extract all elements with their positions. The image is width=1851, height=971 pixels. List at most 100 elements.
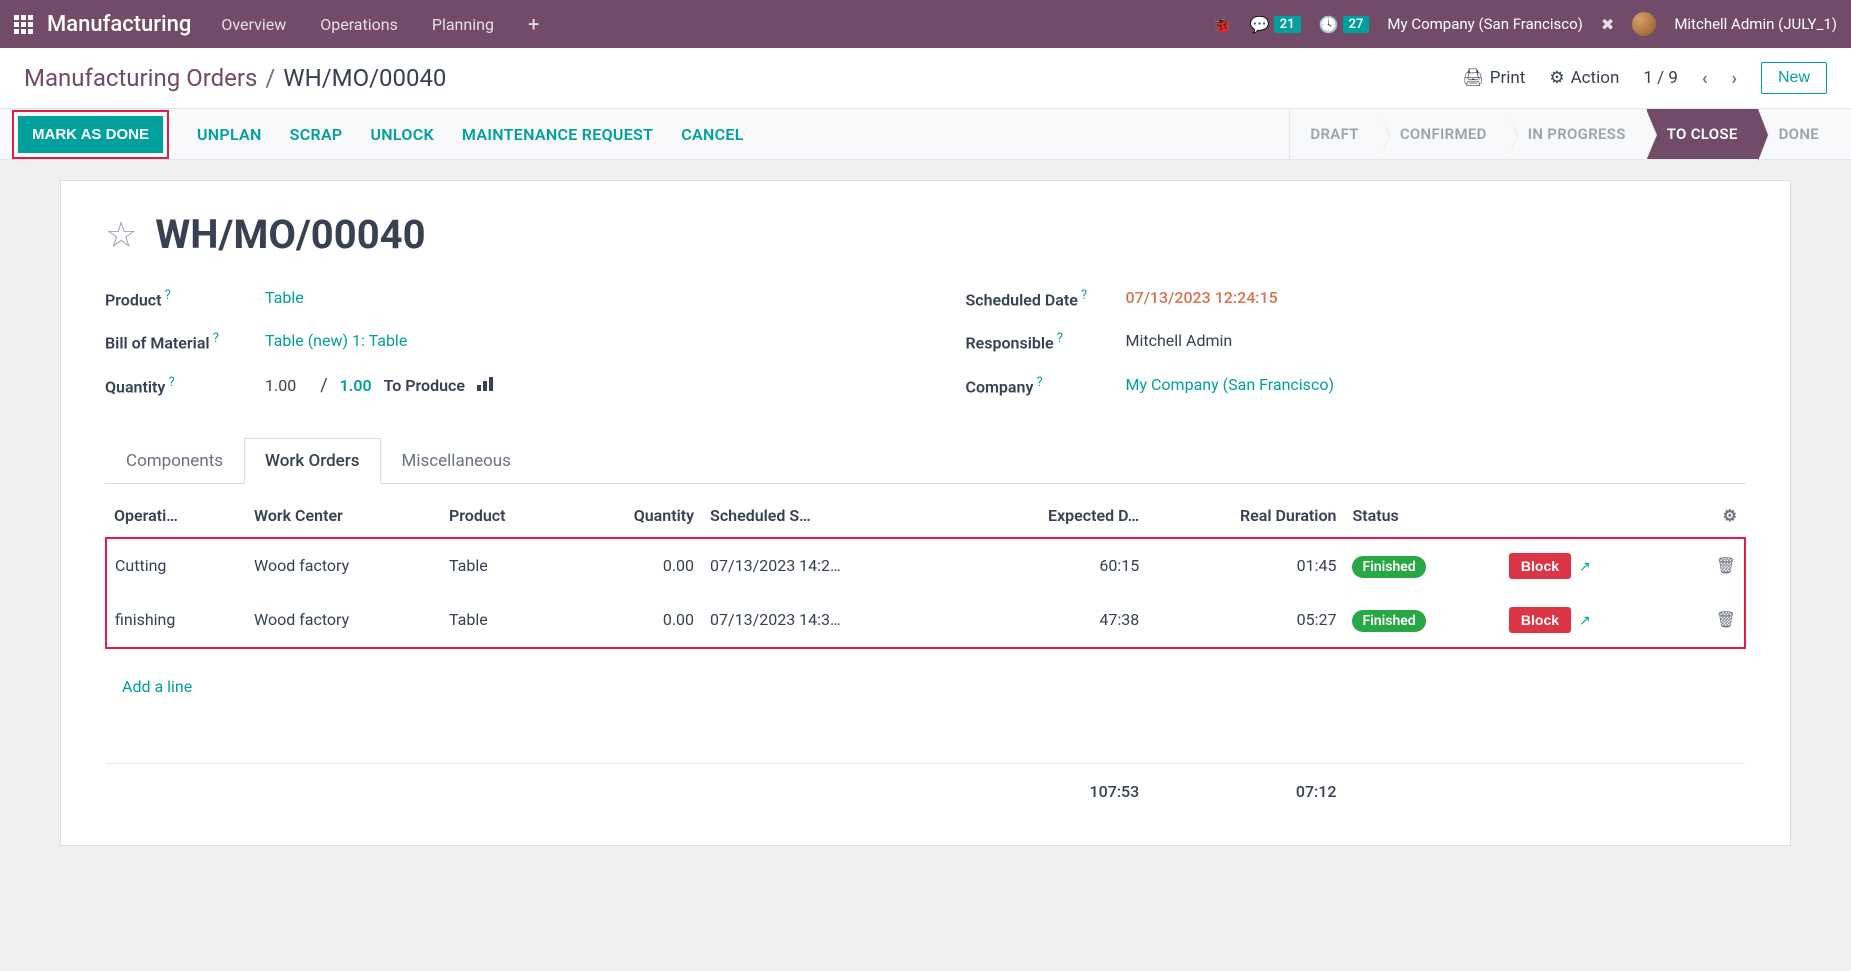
tab-components[interactable]: Components (105, 438, 244, 483)
user-menu[interactable]: Mitchell Admin (JULY_1) (1674, 15, 1837, 33)
status-to-close[interactable]: TO CLOSE (1646, 109, 1758, 159)
cell-qty: 0.00 (568, 593, 702, 648)
th-quantity[interactable]: Quantity (568, 494, 702, 538)
highlight-mark-done: MARK AS DONE (12, 110, 169, 159)
th-work-center[interactable]: Work Center (246, 494, 441, 538)
activities-button[interactable]: 🕓 27 (1319, 15, 1370, 34)
work-orders-table: Operati… Work Center Product Quantity Sc… (105, 494, 1746, 816)
nav-add-icon[interactable]: + (528, 12, 539, 36)
activities-badge: 27 (1343, 16, 1370, 33)
unlock-button[interactable]: UNLOCK (371, 125, 434, 144)
cancel-button[interactable]: CANCEL (681, 125, 743, 144)
breadcrumb-current: WH/MO/00040 (283, 64, 446, 92)
cell-scheduled: 07/13/2023 14:3… (702, 593, 959, 648)
breadcrumb-parent[interactable]: Manufacturing Orders (24, 64, 257, 92)
cell-expected: 60:15 (959, 538, 1147, 593)
star-icon[interactable]: ☆ (105, 214, 137, 256)
th-status[interactable]: Status (1344, 494, 1679, 538)
form-sheet: ☆ WH/MO/00040 Product? Table Bill of Mat… (60, 180, 1791, 846)
add-line-button[interactable]: Add a line (114, 663, 1737, 710)
label-product: Product? (105, 288, 265, 309)
cell-qty: 0.00 (568, 538, 702, 593)
company-selector[interactable]: My Company (San Francisco) (1387, 15, 1582, 33)
tabs: Components Work Orders Miscellaneous (105, 438, 1746, 484)
tab-misc[interactable]: Miscellaneous (381, 438, 532, 483)
title-row: ☆ WH/MO/00040 (105, 211, 1746, 258)
external-link-icon[interactable]: ↗ (1579, 613, 1591, 629)
chat-icon: 💬 (1250, 15, 1270, 34)
cell-work-center: Wood factory (246, 593, 441, 648)
cell-real: 01:45 (1147, 538, 1344, 593)
cell-expected: 47:38 (959, 593, 1147, 648)
order-name: WH/MO/00040 (155, 211, 425, 258)
mark-as-done-button[interactable]: MARK AS DONE (18, 116, 163, 153)
value-company[interactable]: My Company (San Francisco) (1126, 375, 1335, 396)
tools-icon[interactable]: ✖ (1601, 15, 1614, 34)
th-expected[interactable]: Expected D… (959, 494, 1147, 538)
total-expected: 107:53 (959, 764, 1147, 816)
apps-icon[interactable] (14, 15, 33, 34)
fields-right: Scheduled Date? 07/13/2023 12:24:15 Resp… (966, 288, 1747, 418)
top-nav: Manufacturing Overview Operations Planni… (0, 0, 1851, 48)
status-done[interactable]: DONE (1758, 109, 1839, 159)
cell-operation: Cutting (106, 538, 246, 593)
block-button[interactable]: Block (1509, 607, 1571, 633)
qty-target: 1.00 (340, 376, 372, 395)
gear-icon: ⚙ (1549, 68, 1564, 88)
pager: 1 / 9 (1643, 68, 1678, 88)
th-real[interactable]: Real Duration (1147, 494, 1344, 538)
value-responsible[interactable]: Mitchell Admin (1126, 331, 1233, 352)
trash-icon[interactable]: 🗑 (1716, 610, 1736, 629)
cell-operation: finishing (106, 593, 246, 648)
messages-button[interactable]: 💬 21 (1250, 15, 1301, 34)
th-operation[interactable]: Operati… (106, 494, 246, 538)
status-in-progress[interactable]: IN PROGRESS (1507, 109, 1646, 159)
print-button[interactable]: 🖨 Print (1462, 68, 1525, 88)
breadcrumb-bar: Manufacturing Orders / WH/MO/00040 🖨 Pri… (0, 48, 1851, 108)
new-button[interactable]: New (1761, 62, 1827, 94)
action-button[interactable]: ⚙ Action (1549, 68, 1619, 88)
trash-icon[interactable]: 🗑 (1716, 556, 1736, 575)
nav-planning[interactable]: Planning (432, 15, 494, 34)
maintenance-button[interactable]: MAINTENANCE REQUEST (462, 125, 653, 144)
qty-value[interactable]: 1.00 (265, 376, 296, 395)
nav-overview[interactable]: Overview (221, 15, 286, 34)
value-quantity: 1.00 / 1.00 To Produce (265, 375, 495, 396)
label-company: Company? (966, 375, 1126, 396)
bug-icon[interactable]: 🐞 (1212, 15, 1232, 34)
action-bar: MARK AS DONE UNPLAN SCRAP UNLOCK MAINTEN… (0, 108, 1851, 160)
external-link-icon[interactable]: ↗ (1579, 559, 1591, 575)
totals-row: 107:53 07:12 (106, 764, 1745, 816)
value-bom[interactable]: Table (new) 1: Table (265, 331, 407, 352)
status-confirmed[interactable]: CONFIRMED (1379, 109, 1507, 159)
tab-work-orders[interactable]: Work Orders (244, 438, 380, 484)
block-button[interactable]: Block (1509, 553, 1571, 579)
th-product[interactable]: Product (441, 494, 568, 538)
value-product[interactable]: Table (265, 288, 304, 309)
avatar[interactable] (1632, 12, 1656, 36)
column-settings-icon[interactable]: ⚙ (1723, 506, 1737, 525)
label-responsible: Responsible? (966, 331, 1126, 352)
print-label: Print (1490, 68, 1526, 88)
next-button[interactable]: › (1732, 68, 1737, 89)
scrap-button[interactable]: SCRAP (290, 125, 343, 144)
th-scheduled[interactable]: Scheduled S… (702, 494, 959, 538)
prev-button[interactable]: ‹ (1702, 68, 1708, 89)
value-scheduled[interactable]: 07/13/2023 12:24:15 (1126, 288, 1278, 309)
label-scheduled: Scheduled Date? (966, 288, 1126, 309)
unplan-button[interactable]: UNPLAN (197, 125, 262, 144)
forecast-icon[interactable] (477, 376, 495, 395)
label-bom: Bill of Material? (105, 331, 265, 352)
clock-icon: 🕓 (1319, 15, 1339, 34)
label-quantity: Quantity? (105, 375, 265, 396)
table-row[interactable]: Cutting Wood factory Table 0.00 07/13/20… (106, 538, 1745, 593)
status-badge: Finished (1352, 556, 1425, 578)
table-row[interactable]: finishing Wood factory Table 0.00 07/13/… (106, 593, 1745, 648)
nav-menu: Overview Operations Planning (221, 15, 494, 34)
nav-operations[interactable]: Operations (320, 15, 398, 34)
total-real: 07:12 (1147, 764, 1344, 816)
fields-left: Product? Table Bill of Material? Table (… (105, 288, 886, 418)
highlight-work-orders: Cutting Wood factory Table 0.00 07/13/20… (106, 538, 1745, 648)
fields-grid: Product? Table Bill of Material? Table (… (105, 288, 1746, 418)
status-draft[interactable]: DRAFT (1289, 109, 1378, 159)
